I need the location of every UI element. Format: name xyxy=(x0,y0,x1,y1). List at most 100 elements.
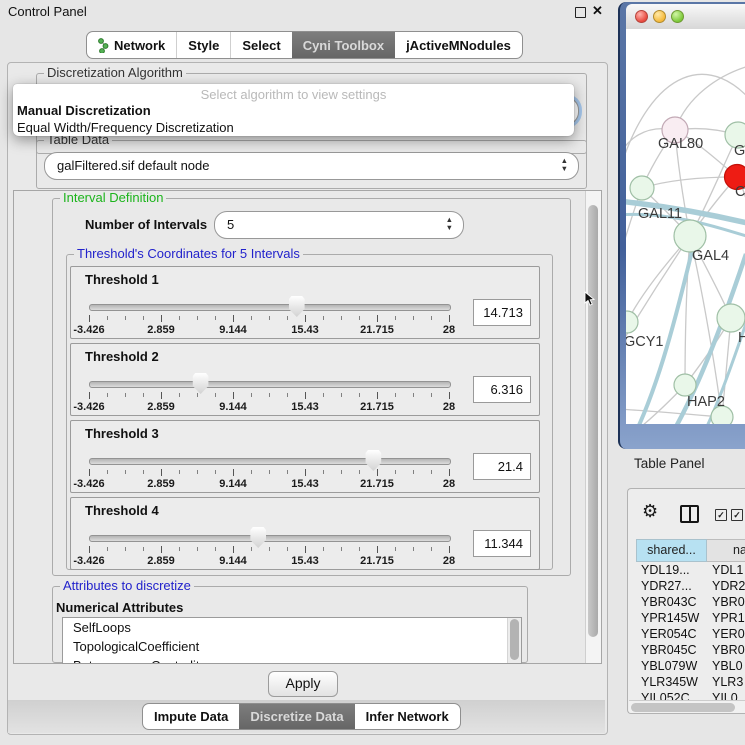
tab-style[interactable]: Style xyxy=(176,32,230,58)
cell-shared-name[interactable]: YBL079W xyxy=(636,658,707,674)
column-header-shared-name[interactable]: shared... xyxy=(636,539,707,562)
table-row[interactable]: YDL19...YDL1 xyxy=(636,562,745,578)
list-scrollbar[interactable] xyxy=(507,618,521,663)
cell-name[interactable]: YIL0 xyxy=(707,690,745,700)
slider-track[interactable] xyxy=(89,535,451,542)
slider-track[interactable] xyxy=(89,458,451,465)
threshold-value-field[interactable]: 11.344 xyxy=(473,530,531,557)
cell-shared-name[interactable]: YLR345W xyxy=(636,674,707,690)
column-header-name[interactable]: na xyxy=(707,539,745,562)
node-gcy1[interactable] xyxy=(626,311,638,333)
cell-shared-name[interactable]: YDR27... xyxy=(636,578,707,594)
tick-mark xyxy=(107,316,108,320)
table-data-combobox[interactable]: galFiltered.sif default node ▲▼ xyxy=(44,152,579,180)
svg-text:GA: GA xyxy=(734,143,745,159)
apply-button[interactable]: Apply xyxy=(268,671,338,697)
tick-mark xyxy=(197,470,198,474)
network-canvas[interactable]: GAL80 GA GAL11 C GAL4 GCY1 H HAP2 xyxy=(626,29,745,424)
cell-name[interactable]: YPR1 xyxy=(707,610,745,626)
table-row[interactable]: YLR345WYLR3 xyxy=(636,674,745,690)
cell-name[interactable]: YBL0 xyxy=(707,658,745,674)
tick-label: 9.144 xyxy=(219,401,247,413)
node-gal11[interactable] xyxy=(630,176,654,200)
tab-jactivemnodules[interactable]: jActiveMNodules xyxy=(395,32,522,58)
tick-mark xyxy=(359,316,360,320)
attributes-group-label: Attributes to discretize xyxy=(60,579,194,593)
threshold-value-field[interactable]: 14.713 xyxy=(473,299,531,326)
cell-shared-name[interactable]: YER054C xyxy=(636,626,707,642)
attribute-list-item[interactable]: BetweennessCentrality xyxy=(63,656,521,664)
numerical-attributes-list[interactable]: SelfLoopsTopologicalCoefficientBetweenne… xyxy=(62,617,522,664)
zoom-traffic-light-icon[interactable] xyxy=(671,10,684,23)
dropdown-option[interactable]: Manual Discretization xyxy=(13,102,574,119)
close-icon[interactable]: ✕ xyxy=(592,3,603,19)
cell-name[interactable]: YER0 xyxy=(707,626,745,642)
tab-infer-network[interactable]: Infer Network xyxy=(355,704,460,729)
slider-thumb[interactable] xyxy=(288,296,305,317)
svg-text:C: C xyxy=(735,184,745,200)
horizontal-scrollbar[interactable] xyxy=(629,700,745,713)
tab-impute-data[interactable]: Impute Data xyxy=(143,704,239,729)
table-row[interactable]: YIL052CYIL0 xyxy=(636,690,745,700)
attribute-list-item[interactable]: TopologicalCoefficient xyxy=(63,637,521,656)
checkbox-icon[interactable]: ✓ xyxy=(715,509,727,521)
cell-shared-name[interactable]: YBR043C xyxy=(636,594,707,610)
cell-name[interactable]: YDR2 xyxy=(707,578,745,594)
tab-select[interactable]: Select xyxy=(230,32,291,58)
number-of-intervals-combobox[interactable]: 5 ▲▼ xyxy=(214,211,464,239)
slider-thumb[interactable] xyxy=(365,450,382,471)
minimize-traffic-light-icon[interactable] xyxy=(653,10,666,23)
cell-shared-name[interactable]: YPR145W xyxy=(636,610,707,626)
slider-thumb[interactable] xyxy=(250,527,267,548)
threshold-value-field[interactable]: 21.4 xyxy=(473,453,531,480)
svg-text:GAL4: GAL4 xyxy=(692,248,729,264)
table-header-row: shared... na xyxy=(636,539,745,562)
scrollbar-thumb[interactable] xyxy=(588,205,598,637)
tab-network[interactable]: Network xyxy=(87,32,176,58)
tick-mark xyxy=(233,315,234,322)
table-row[interactable]: YDR27...YDR2 xyxy=(636,578,745,594)
tick-label: -3.426 xyxy=(73,478,104,490)
tick-mark xyxy=(215,316,216,320)
tick-mark xyxy=(413,547,414,551)
cell-shared-name[interactable]: YBR045C xyxy=(636,642,707,658)
tick-mark xyxy=(431,470,432,474)
cell-name[interactable]: YLR3 xyxy=(707,674,745,690)
cell-name[interactable]: YBR0 xyxy=(707,642,745,658)
slider-tick-labels: -3.4262.8599.14415.4321.71528 xyxy=(89,478,449,490)
network-window-titlebar[interactable] xyxy=(626,4,745,30)
tab-discretize-data[interactable]: Discretize Data xyxy=(239,704,354,729)
tab-label: Style xyxy=(188,38,219,53)
slider-track[interactable] xyxy=(89,381,451,388)
cell-name[interactable]: YBR0 xyxy=(707,594,745,610)
close-traffic-light-icon[interactable] xyxy=(635,10,648,23)
attribute-list-item[interactable]: SelfLoops xyxy=(63,618,521,637)
dropdown-option[interactable]: Equal Width/Frequency Discretization xyxy=(13,119,574,136)
slider-track[interactable] xyxy=(89,304,451,311)
cell-name[interactable]: YDL1 xyxy=(707,562,745,578)
threshold-value-field[interactable]: 6.316 xyxy=(473,376,531,403)
cell-shared-name[interactable]: YIL052C xyxy=(636,690,707,700)
table-row[interactable]: YBR045CYBR0 xyxy=(636,642,745,658)
slider-thumb[interactable] xyxy=(192,373,209,394)
tick-mark xyxy=(323,393,324,397)
float-window-icon[interactable] xyxy=(575,7,586,18)
tick-mark xyxy=(431,316,432,320)
table-row[interactable]: YBL079WYBL0 xyxy=(636,658,745,674)
vertical-scrollbar[interactable] xyxy=(585,191,601,663)
scrollbar-thumb[interactable] xyxy=(510,619,519,660)
node-hap2[interactable] xyxy=(674,374,696,396)
checkbox-icon[interactable]: ✓ xyxy=(731,509,743,521)
tick-mark xyxy=(449,546,450,553)
table-row[interactable]: YER054CYER0 xyxy=(636,626,745,642)
table-row[interactable]: YBR043CYBR0 xyxy=(636,594,745,610)
cell-shared-name[interactable]: YDL19... xyxy=(636,562,707,578)
table-row[interactable]: YPR145WYPR1 xyxy=(636,610,745,626)
tab-cyni-toolbox[interactable]: Cyni Toolbox xyxy=(292,32,395,58)
tick-mark xyxy=(287,316,288,320)
node-clipped-h[interactable] xyxy=(717,304,745,332)
columns-icon[interactable] xyxy=(680,505,699,523)
gear-icon[interactable]: ⚙ xyxy=(642,502,658,520)
scrollbar-thumb[interactable] xyxy=(631,703,735,712)
table-panel-title: Table Panel xyxy=(634,456,705,471)
